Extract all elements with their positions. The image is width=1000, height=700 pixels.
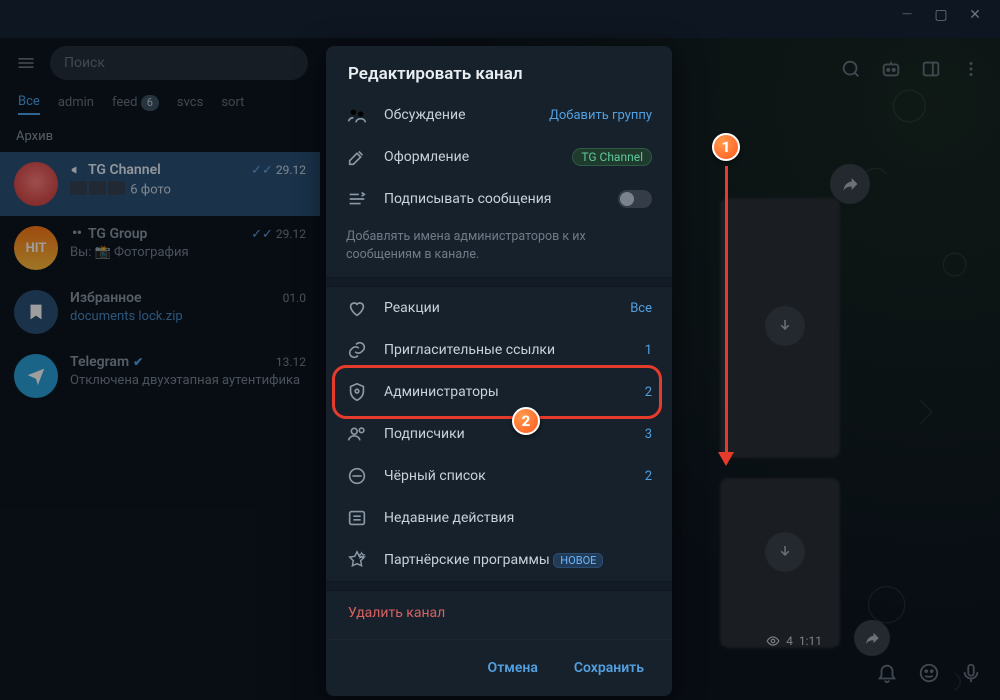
window-minimize[interactable]: — bbox=[900, 8, 914, 22]
edit-channel-modal: Редактировать канал Обсуждение Добавить г… bbox=[326, 46, 672, 696]
row-label: Администраторы bbox=[384, 384, 629, 400]
window-close[interactable]: ✕ bbox=[968, 8, 982, 22]
annotation-badge-1: 1 bbox=[712, 133, 740, 161]
row-value: Добавить группу bbox=[549, 108, 652, 123]
modal-row-shield[interactable]: Администраторы 2 bbox=[326, 371, 672, 413]
row-label: Партнёрские программы НОВОЕ bbox=[384, 552, 652, 568]
row-value: Все bbox=[630, 301, 652, 316]
hint-text: Добавлять имена администраторов к их соо… bbox=[326, 220, 672, 277]
row-label: Обсуждение bbox=[384, 107, 533, 123]
row-label: Чёрный список bbox=[384, 468, 629, 484]
modal-row-design[interactable]: Оформление TG Channel bbox=[326, 136, 672, 178]
annotation-arrow-head bbox=[718, 452, 734, 466]
row-label: Подписчики bbox=[384, 426, 629, 442]
row-label: Реакции bbox=[384, 300, 614, 316]
modal-row-star[interactable]: Партнёрские программы НОВОЕ bbox=[326, 539, 672, 581]
save-button[interactable]: Сохранить bbox=[560, 652, 658, 684]
modal-row-users[interactable]: Подписчики 3 bbox=[326, 413, 672, 455]
row-value: 3 bbox=[645, 427, 652, 442]
row-label: Пригласительные ссылки bbox=[384, 342, 629, 358]
modal-row-sign[interactable]: Подписывать сообщения bbox=[326, 178, 672, 220]
new-badge: НОВОЕ bbox=[553, 553, 603, 568]
row-chip: TG Channel bbox=[572, 148, 652, 166]
annotation-arrow-line bbox=[725, 166, 728, 454]
row-value: 1 bbox=[645, 343, 652, 358]
row-value: 2 bbox=[645, 385, 652, 400]
modal-row-heart[interactable]: Реакции Все bbox=[326, 287, 672, 329]
row-label: Недавние действия bbox=[384, 510, 652, 526]
row-value: 2 bbox=[645, 469, 652, 484]
delete-channel[interactable]: Удалить канал bbox=[326, 591, 672, 635]
annotation-badge-2: 2 bbox=[512, 407, 540, 435]
cancel-button[interactable]: Отмена bbox=[474, 652, 552, 684]
window-maximize[interactable]: ▢ bbox=[934, 8, 948, 22]
window-titlebar: — ▢ ✕ bbox=[0, 0, 1000, 30]
row-label: Оформление bbox=[384, 149, 556, 165]
modal-row-ban[interactable]: Чёрный список 2 bbox=[326, 455, 672, 497]
sign-toggle[interactable] bbox=[618, 190, 652, 208]
row-label: Подписывать сообщения bbox=[384, 191, 602, 207]
modal-title: Редактировать канал bbox=[326, 46, 672, 94]
modal-row-discussion[interactable]: Обсуждение Добавить группу bbox=[326, 94, 672, 136]
modal-row-link[interactable]: Пригласительные ссылки 1 bbox=[326, 329, 672, 371]
modal-row-list[interactable]: Недавние действия bbox=[326, 497, 672, 539]
